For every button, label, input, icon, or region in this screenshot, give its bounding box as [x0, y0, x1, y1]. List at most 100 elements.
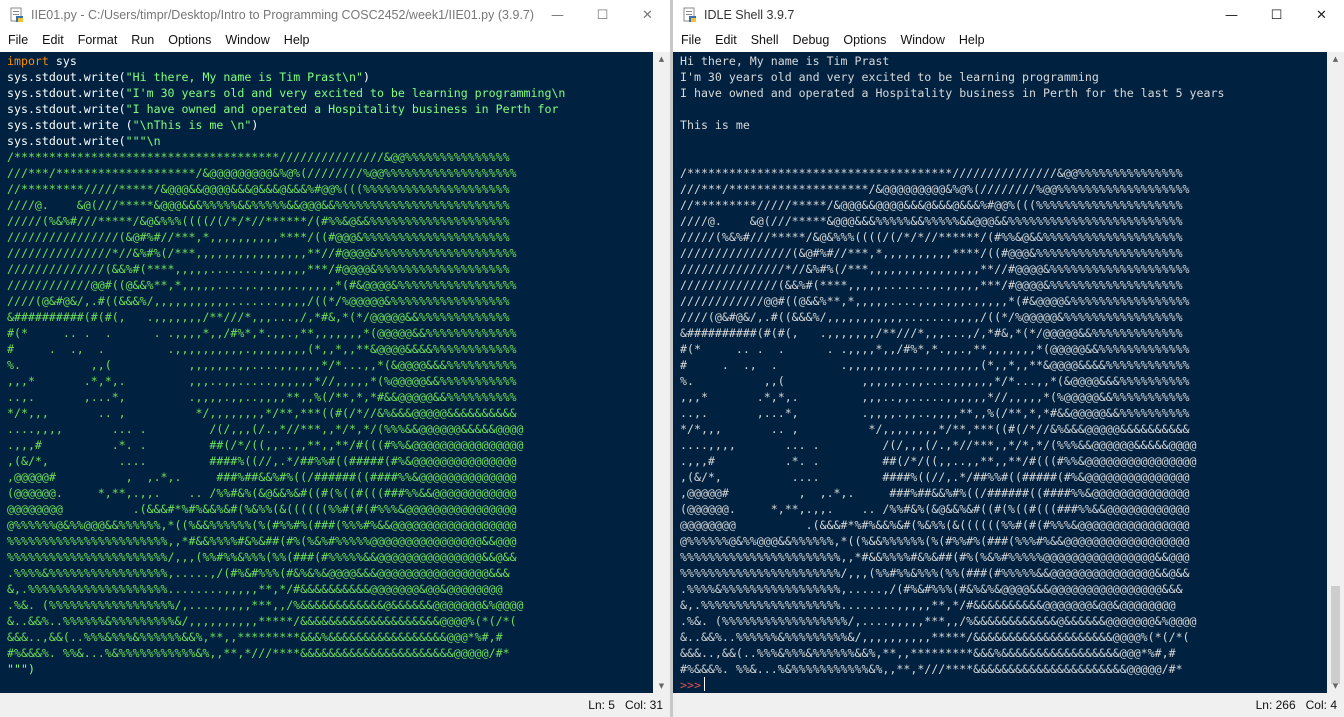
art-line: @@@@@@@@ .(&&&#*%#%&&%&#(%&%%(&((((((%%#…	[680, 518, 1190, 532]
art-line: */*,,, .. , */,,,,,,,,*/**,***((#(/*//&%…	[7, 406, 517, 420]
art-line: ////////////@@#((@&&%**,*,,,,,....,.,.,,…	[7, 278, 517, 292]
menu-window[interactable]: Window	[893, 33, 951, 47]
art-line: (@@@@@@. *,**,.,,. .. /%%#&%(&@&&%&#((#(…	[7, 486, 517, 500]
scroll-down-icon[interactable]: ▼	[1327, 679, 1344, 693]
art-line: &##########(#(#(, .,,,,,,,/**///*,,,...,…	[680, 326, 1183, 340]
code-line: import sys	[7, 54, 77, 68]
art-line: .%%%%&%%%%%%%%%%%%%%%%%,.....,/(#%&#%%%(…	[680, 582, 1183, 596]
art-line: &..&&%..%%%%%%&%%%%%%%%%&/,,,,,,,,,,****…	[680, 630, 1190, 644]
art-line: (@@@@@@. *,**,.,,. .. /%%#&%(&@&&%&#((#(…	[680, 502, 1190, 516]
editor-vertical-scrollbar[interactable]: ▲ ▼	[653, 52, 670, 693]
art-line: ////////////@@#((@&&%**,*,,,,,....,.,.,,…	[680, 294, 1190, 308]
column-number: Col: 4	[1305, 698, 1337, 712]
window-title: IDLE Shell 3.9.7	[704, 8, 795, 22]
output-line: I'm 30 years old and very excited to be …	[680, 70, 1099, 84]
minimize-icon[interactable]: —	[1209, 0, 1254, 30]
code-line: sys.stdout.write("""\n	[7, 134, 161, 148]
art-line: %%%%%%%%%%%%%%%%%%%%%%%/,,,(%%#%%&%%%(%%…	[680, 566, 1190, 580]
editor-window: IIE01.py - C:/Users/timpr/Desktop/Intro …	[0, 0, 670, 717]
column-number: Col: 31	[624, 698, 663, 712]
close-icon[interactable]: ✕	[1299, 0, 1344, 30]
shell-statusbar: Ln: 266 Col: 4	[673, 693, 1344, 717]
art-line: %%%%%%%%%%%%%%%%%%%%%%%,,*#&&%%%%#&%&##(…	[680, 550, 1190, 564]
art-line: # . ., . .,,,,,,,,,,.,,,,,,,,(*,,*,,**&@…	[680, 358, 1190, 372]
menu-format[interactable]: Format	[71, 33, 125, 47]
art-line: #(* .. . . . .,,,,*,,/#%*,*.,,.,**,,,,,,…	[680, 342, 1190, 356]
art-line: ....,,,, ... . /(/,,,(/.,*//***,,*/*,*/(…	[680, 438, 1197, 452]
shell-titlebar[interactable]: IDLE Shell 3.9.7 — ☐ ✕	[673, 0, 1344, 30]
menu-debug[interactable]: Debug	[786, 33, 837, 47]
art-line: .%&. (%%%%%%%%%%%%%%%%%%/,....,,,,,***,,…	[7, 598, 524, 612]
text-cursor	[703, 677, 705, 691]
line-number: Ln: 266	[1255, 698, 1296, 712]
menu-edit[interactable]: Edit	[708, 33, 744, 47]
art-line: ,,,* .*,*,. ,,,..,,.....,,,,,,*//,,,,,*(…	[680, 390, 1190, 404]
scroll-up-icon[interactable]: ▲	[1327, 52, 1344, 66]
art-line: &,.%%%%%%%%%%%%%%%%%%%%........,,,,,**,*…	[680, 598, 1176, 612]
art-line: &##########(#(#(, .,,,,,,,/**///*,,,...,…	[7, 310, 510, 324]
art-line: //////////////(&&%#(****,,,,,.......,.,,…	[7, 262, 510, 276]
minimize-icon[interactable]: —	[535, 0, 580, 30]
art-line: ////(@&#@&/,.#((&&&%/,,,,,,,,,,,.......,…	[7, 294, 510, 308]
art-line: //////////////(&&%#(****,,,,,.......,.,,…	[680, 278, 1183, 292]
editor-titlebar[interactable]: IIE01.py - C:/Users/timpr/Desktop/Intro …	[0, 0, 670, 30]
menu-options[interactable]: Options	[161, 33, 218, 47]
menu-window[interactable]: Window	[218, 33, 276, 47]
menu-file[interactable]: File	[673, 33, 708, 47]
art-line: %. ,,( ,,,,,,.,,....,,,,,,*/*...,,*(&@@@…	[680, 374, 1190, 388]
close-icon[interactable]: ✕	[625, 0, 670, 30]
code-line-closing: """)	[7, 662, 35, 676]
art-line: .%%%%&%%%%%%%%%%%%%%%%%,.....,/(#%&#%%%(…	[7, 566, 510, 580]
scroll-thumb[interactable]	[1331, 586, 1340, 684]
maximize-icon[interactable]: ☐	[1254, 0, 1299, 30]
art-line: ////(@&#@&/,.#((&&&%/,,,,,,,,,,,.......,…	[680, 310, 1183, 324]
art-line: //*********/////*****/&@@@&&@@@@&&&@&&&@…	[7, 182, 510, 196]
art-line: ,(&/*, .... ####%((//,.*/##%%#((#####(#%…	[7, 454, 517, 468]
art-line: %. ,,( ,,,,,,.,,....,,,,,,*/*...,,*(&@@@…	[7, 358, 517, 372]
art-line: ,,,* .*,*,. ,,,..,,.....,,,,,,*//,,,,,*(…	[7, 374, 517, 388]
art-line: @%%%%%%@&%%@@@&&%%%%%%,*((%&&%%%%%%(%(#%…	[680, 534, 1190, 548]
maximize-icon[interactable]: ☐	[580, 0, 625, 30]
art-line: ,@@@@@# , ,.*,. ###%##&&%#%((/######((##…	[680, 486, 1190, 500]
art-line: */*,,, .. , */,,,,,,,,*/**,***((#(/*//&%…	[680, 422, 1190, 436]
output-line: Hi there, My name is Tim Prast	[680, 54, 890, 68]
menu-shell[interactable]: Shell	[744, 33, 786, 47]
art-line: ///***/********************/&@@@@@@@@@&%…	[680, 182, 1190, 196]
ascii-art-string: /**************************************/…	[7, 149, 653, 661]
art-line: #%&&&%. %%&...%&%%%%%%%%%%%&%,,**,*///**…	[680, 662, 1183, 676]
menu-help[interactable]: Help	[952, 33, 992, 47]
art-line: /////(%&%#///*****/&@&%%%((((/(/*/*//***…	[680, 230, 1183, 244]
art-line: &&&..,&&(..%%%&%%%&%%%%%%&&%,**,,*******…	[7, 630, 503, 644]
art-line: @%%%%%%@&%%@@@&&%%%%%%,*((%&&%%%%%%(%(#%…	[7, 518, 517, 532]
shell-output[interactable]: Hi there, My name is Tim Prast I'm 30 yea…	[673, 52, 1327, 693]
art-line: ////@. &@(///*****&@@@&&&%%%%%&&%%%%%&&@…	[7, 198, 510, 212]
window-title: IIE01.py - C:/Users/timpr/Desktop/Intro …	[31, 8, 534, 22]
art-line: ..,. ,...*, .,,,,.,,..,,,,**,,%(/**,*,*#…	[7, 390, 517, 404]
art-line: //*********/////*****/&@@@&&@@@@&&&@&&&@…	[680, 198, 1183, 212]
code-line: sys.stdout.write("I'm 30 years old and v…	[7, 86, 566, 100]
art-line: /////(%&%#///*****/&@&%%%((((/(/*/*//***…	[7, 214, 510, 228]
scroll-down-icon[interactable]: ▼	[653, 679, 670, 693]
art-line: %%%%%%%%%%%%%%%%%%%%%%%/,,,(%%#%%&%%%(%%…	[7, 550, 517, 564]
menu-file[interactable]: File	[0, 33, 35, 47]
shell-menubar: File Edit Shell Debug Options Window Hel…	[673, 30, 1344, 50]
art-line: /**************************************/…	[680, 166, 1183, 180]
python-file-icon	[10, 7, 23, 22]
output-line: This is me	[680, 118, 750, 132]
menu-help[interactable]: Help	[277, 33, 317, 47]
menu-options[interactable]: Options	[836, 33, 893, 47]
editor-statusbar: Ln: 5 Col: 31	[0, 693, 670, 717]
line-number: Ln: 5	[588, 698, 615, 712]
art-line: &,.%%%%%%%%%%%%%%%%%%%%........,,,,,**,*…	[7, 582, 503, 596]
scroll-up-icon[interactable]: ▲	[653, 52, 670, 66]
art-line: &..&&%..%%%%%%&%%%%%%%%%&/,,,,,,,,,,****…	[7, 614, 517, 628]
code-line: sys.stdout.write("Hi there, My name is T…	[7, 70, 370, 84]
shell-vertical-scrollbar[interactable]: ▲ ▼	[1327, 52, 1344, 693]
menu-run[interactable]: Run	[124, 33, 161, 47]
code-editor[interactable]: import sys sys.stdout.write("Hi there, My…	[0, 52, 653, 693]
menu-edit[interactable]: Edit	[35, 33, 71, 47]
shell-prompt-line[interactable]: >>>	[680, 677, 1327, 693]
art-line: ///***/********************/&@@@@@@@@@&%…	[7, 166, 517, 180]
